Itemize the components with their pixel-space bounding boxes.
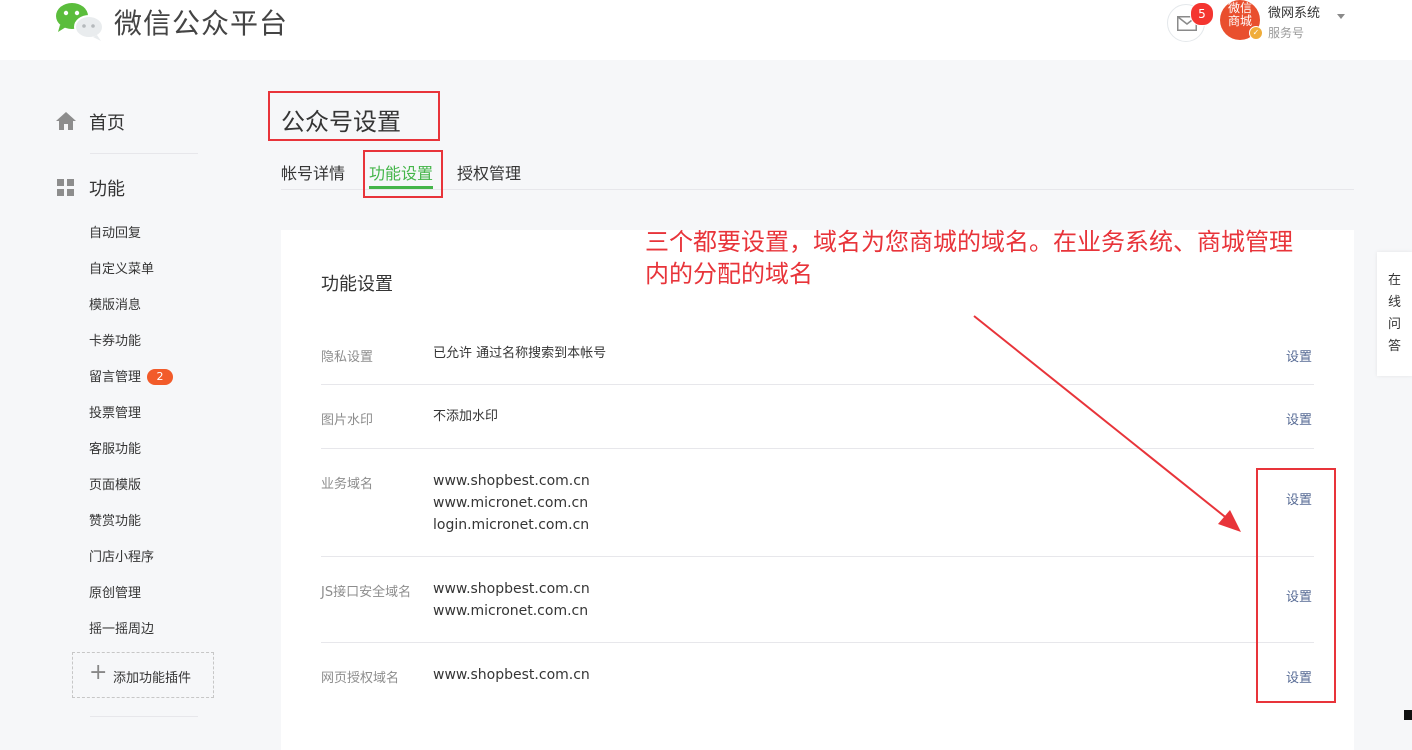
- row-divider: [321, 642, 1314, 643]
- annotation-highlight-box: [1256, 468, 1336, 703]
- watermark-settings-link[interactable]: 设置: [1286, 409, 1312, 428]
- row-label-js-domain: JS接口安全域名: [321, 585, 412, 600]
- sidebar-item-comment-manage[interactable]: 留言管理 2: [89, 366, 174, 385]
- row-divider: [321, 556, 1314, 557]
- sidebar-item-auto-reply[interactable]: 自动回复: [89, 222, 141, 241]
- platform-title: 微信公众平台: [114, 7, 289, 40]
- sidebar-item-page-template[interactable]: 页面模版: [89, 474, 141, 493]
- sidebar-item-custom-menu[interactable]: 自定义菜单: [89, 258, 154, 277]
- sidebar-item-original-manage[interactable]: 原创管理: [89, 582, 141, 601]
- online-qa-char: 线: [1387, 295, 1401, 310]
- privacy-settings-link[interactable]: 设置: [1286, 346, 1312, 365]
- row-label-watermark: 图片水印: [321, 413, 374, 428]
- chevron-down-icon[interactable]: [1337, 14, 1345, 19]
- sidebar-item-template-message[interactable]: 模版消息: [89, 294, 141, 313]
- row-value-business-domain-3: login.micronet.com.cn: [433, 517, 590, 533]
- tab-account-details[interactable]: 帐号详情: [281, 160, 345, 184]
- mail-count-badge: 5: [1190, 2, 1214, 26]
- home-icon: [56, 112, 76, 130]
- top-bar: 微信公众平台 5 微信 商城 ✓ 微网系统 服务号: [0, 0, 1412, 60]
- row-value-oauth-domain: www.shopbest.com.cn: [433, 667, 590, 683]
- mail-button[interactable]: 5: [1167, 2, 1214, 42]
- sidebar-home-label: 首页: [89, 113, 125, 134]
- row-value-business-domain-2: www.micronet.com.cn: [433, 495, 589, 511]
- sidebar-item-customer-service[interactable]: 客服功能: [89, 438, 141, 457]
- account-name[interactable]: 微网系统: [1268, 2, 1320, 21]
- row-label-oauth-domain: 网页授权域名: [321, 671, 400, 686]
- grid-icon: [57, 179, 74, 196]
- add-plugin-label: 添加功能插件: [113, 671, 192, 686]
- add-plugin-button[interactable]: + 添加功能插件: [72, 652, 214, 698]
- row-value-privacy: 已允许 通过名称搜索到本帐号: [433, 346, 607, 361]
- sidebar-divider: [90, 153, 198, 154]
- online-qa-char: 在: [1387, 273, 1401, 288]
- online-qa-button[interactable]: 在 线 问 答: [1377, 252, 1412, 376]
- annotation-highlight-box: [268, 91, 440, 141]
- row-divider: [321, 384, 1314, 385]
- panel-title: 功能设置: [321, 274, 393, 295]
- online-qa-char: 问: [1387, 317, 1401, 332]
- wechat-logo-icon[interactable]: [54, 0, 106, 44]
- tab-authorization-manage[interactable]: 授权管理: [457, 160, 521, 184]
- corner-marker: [1404, 710, 1412, 720]
- row-value-business-domain-1: www.shopbest.com.cn: [433, 473, 590, 489]
- row-value-watermark: 不添加水印: [433, 409, 499, 424]
- sidebar-item-card-coupon[interactable]: 卡券功能: [89, 330, 141, 349]
- row-value-js-domain-2: www.micronet.com.cn: [433, 603, 589, 619]
- row-label-business-domain: 业务域名: [321, 477, 374, 492]
- sidebar-item-store-mini-program[interactable]: 门店小程序: [89, 546, 154, 565]
- account-type: 服务号: [1268, 26, 1305, 40]
- verified-icon: ✓: [1249, 26, 1263, 40]
- annotation-highlight-box: [363, 150, 443, 198]
- annotation-text: 三个都要设置，域名为您商城的域名。在业务系统、商城管理 内的分配的域名: [645, 226, 1385, 290]
- comment-count-badge: 2: [147, 369, 174, 385]
- sidebar-item-shake-nearby[interactable]: 摇一摇周边: [89, 618, 154, 637]
- row-divider: [321, 448, 1314, 449]
- row-value-js-domain-1: www.shopbest.com.cn: [433, 581, 590, 597]
- settings-panel: 功能设置 隐私设置 已允许 通过名称搜索到本帐号 设置 图片水印 不添加水印 设…: [281, 230, 1354, 750]
- sidebar-divider: [90, 716, 198, 717]
- annotation-line-1: 三个都要设置，域名为您商城的域名。在业务系统、商城管理: [645, 228, 1293, 256]
- row-label-privacy: 隐私设置: [321, 350, 374, 365]
- sidebar-function-label: 功能: [89, 179, 125, 200]
- annotation-line-2: 内的分配的域名: [645, 260, 813, 288]
- online-qa-char: 答: [1387, 339, 1401, 354]
- plus-icon: +: [89, 660, 108, 685]
- sidebar-item-label: 留言管理: [89, 370, 142, 385]
- sidebar-item-reward[interactable]: 赞赏功能: [89, 510, 141, 529]
- sidebar-item-vote-manage[interactable]: 投票管理: [89, 402, 141, 421]
